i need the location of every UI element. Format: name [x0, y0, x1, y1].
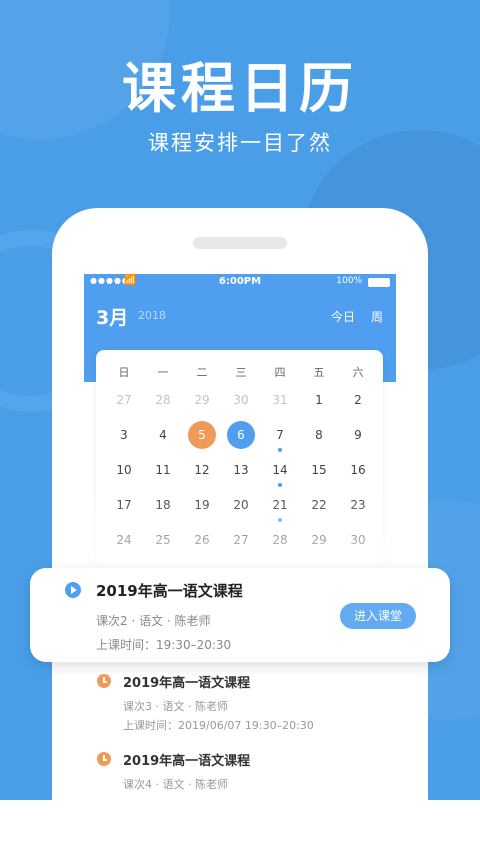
current-course-card[interactable]: 2019年高一语文课程 课次2 · 语文 · 陈老师 上课时间：19:30–20… — [30, 568, 450, 662]
list-item[interactable]: 2019年高一语文课程 课次3 · 语文 · 陈老师 上课时间：2019/06/… — [84, 668, 396, 738]
course-meta: 课次3 · 语文 · 陈老师 — [123, 700, 228, 713]
course-meta: 课次2 · 语文 · 陈老师 — [96, 614, 211, 628]
calendar-day[interactable]: 8 — [305, 421, 333, 449]
calendar-day[interactable]: 28 — [149, 386, 177, 414]
list-item[interactable]: 2019年高一语文课程 课次4 · 语文 · 陈老师 — [84, 746, 396, 800]
calendar-day[interactable]: 2 — [344, 386, 372, 414]
today-button[interactable]: 今日 — [331, 308, 355, 325]
calendar-day[interactable]: 4 — [149, 421, 177, 449]
event-dot-indicator — [278, 483, 282, 487]
calendar-day[interactable]: 11 — [149, 456, 177, 484]
month-label: 3月 — [96, 307, 129, 329]
battery-icon — [368, 278, 390, 287]
course-title: 2019年高一语文课程 — [96, 582, 243, 600]
calendar-day[interactable]: 10 — [110, 456, 138, 484]
course-title: 2019年高一语文课程 — [123, 676, 251, 691]
weekday-label: 四 — [274, 366, 286, 379]
course-time: 上课时间：19:30–20:30 — [96, 638, 232, 652]
calendar-day[interactable]: 31 — [266, 386, 294, 414]
promo-subtitle: 课程安排一目了然 — [148, 131, 332, 155]
year-label: 2018 — [138, 309, 166, 322]
weekday-label: 二 — [196, 366, 208, 379]
clock-icon — [97, 674, 111, 688]
calendar-day[interactable]: 27 — [110, 386, 138, 414]
battery-level: 100% — [336, 276, 362, 286]
clock-icon — [97, 752, 111, 766]
calendar-day[interactable]: 9 — [344, 421, 372, 449]
enter-classroom-button[interactable]: 进入课堂 — [340, 603, 416, 629]
weekday-label: 三 — [235, 366, 247, 379]
calendar-day[interactable]: 30 — [227, 386, 255, 414]
weekday-label: 六 — [352, 366, 364, 379]
status-bar: ●●●●● 📶 6:00PM 100% — [84, 274, 396, 290]
calendar-day[interactable]: 16 — [344, 456, 372, 484]
calendar-day[interactable]: 1 — [305, 386, 333, 414]
calendar-day[interactable]: 5 — [188, 421, 216, 449]
weekday-label: 一 — [157, 366, 169, 379]
course-time: 上课时间：2019/06/07 19:30–20:30 — [123, 719, 314, 732]
phone-speaker — [193, 237, 287, 249]
promo-title: 课程日历 — [122, 57, 358, 120]
calendar-fade — [84, 494, 396, 574]
week-view-button[interactable]: 周 — [371, 308, 383, 325]
calendar-day[interactable]: 13 — [227, 456, 255, 484]
play-icon — [65, 582, 81, 598]
course-meta: 课次4 · 语文 · 陈老师 — [123, 778, 228, 791]
event-dot-indicator — [278, 448, 282, 452]
calendar-day[interactable]: 14 — [266, 456, 294, 484]
calendar-day[interactable]: 29 — [188, 386, 216, 414]
calendar-day[interactable]: 12 — [188, 456, 216, 484]
calendar-day[interactable]: 6 — [227, 421, 255, 449]
weekday-label: 日 — [118, 366, 130, 379]
calendar-day[interactable]: 7 — [266, 421, 294, 449]
course-title: 2019年高一语文课程 — [123, 754, 251, 769]
calendar-day[interactable]: 3 — [110, 421, 138, 449]
calendar-day[interactable]: 15 — [305, 456, 333, 484]
weekday-label: 五 — [313, 366, 325, 379]
